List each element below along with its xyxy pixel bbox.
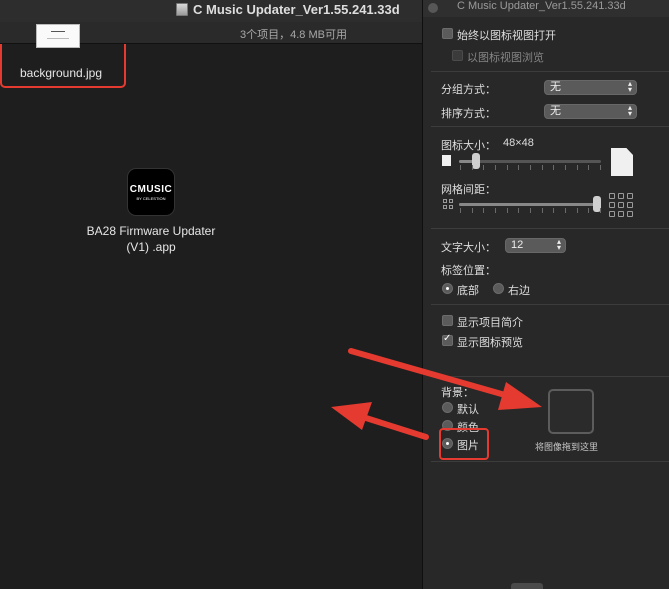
large-document-icon — [611, 148, 633, 176]
close-icon[interactable] — [428, 3, 438, 13]
app-file-label-line2: (V1) .app — [126, 240, 176, 254]
icon-size-value: 48×48 — [503, 137, 534, 149]
sort-by-label: 排序方式： — [441, 108, 496, 120]
picture-option-highlight — [439, 428, 489, 460]
grid-spacing-slider[interactable] — [459, 196, 601, 214]
bg-default-text: 默认 — [457, 404, 479, 416]
window-title: C Music Updater_Ver1.55.241.33d — [176, 2, 400, 17]
background-label: 背景： — [441, 387, 474, 399]
icon-size-label: 图标大小： — [441, 140, 496, 152]
popup-arrows-icon: ▴ ▾ — [556, 237, 561, 252]
group-by-popup[interactable]: 无 ▴ ▾ — [544, 80, 637, 95]
icon-size-slider-knob[interactable] — [472, 153, 481, 169]
small-document-icon — [442, 155, 451, 166]
popup-arrows-icon: ▴ ▾ — [627, 79, 632, 94]
label-right-text: 右边 — [508, 285, 530, 297]
app-logo-text: CMUSIC — [129, 183, 173, 195]
text-size-popup[interactable]: 12 ▴ ▾ — [505, 238, 566, 253]
bg-default-radio[interactable] — [442, 402, 453, 413]
label-right-radio[interactable] — [493, 283, 504, 294]
text-size-value: 12 — [511, 239, 524, 251]
show-item-info-label: 显示项目简介 — [457, 317, 523, 329]
always-open-icon-view-label: 始终以图标视图打开 — [457, 30, 556, 42]
panel-title-bar[interactable]: C Music Updater_Ver1.55.241.33d — [423, 0, 669, 17]
app-icon: CMUSIC BY CELESTION — [127, 168, 175, 216]
show-item-info-checkbox[interactable] — [442, 315, 453, 326]
popup-arrows-icon: ▴ ▾ — [627, 103, 632, 118]
show-icon-preview-label: 显示图标预览 — [457, 337, 523, 349]
label-position-label: 标签位置： — [441, 265, 496, 277]
background-file-label: background.jpg — [19, 66, 103, 80]
sort-by-popup[interactable]: 无 ▴ ▾ — [544, 104, 637, 119]
grid-spacing-label: 网格间距： — [441, 184, 496, 196]
label-bottom-radio[interactable] — [442, 283, 453, 294]
browse-icon-view-checkbox[interactable] — [452, 50, 463, 61]
group-by-label: 分组方式： — [441, 84, 496, 96]
sort-by-value: 无 — [550, 105, 561, 117]
small-grid-icon — [443, 199, 453, 209]
show-icon-preview-checkbox[interactable] — [442, 333, 453, 346]
drop-hint-label: 将图像拖到这里 — [535, 442, 599, 452]
large-grid-icon — [609, 193, 633, 217]
app-logo-subtext: BY CELESTION — [136, 195, 166, 201]
browse-icon-view-label: 以图标视图浏览 — [467, 52, 544, 64]
text-size-label: 文字大小： — [441, 242, 496, 254]
image-thumbnail-icon — [36, 24, 80, 48]
resize-handle[interactable] — [511, 583, 543, 589]
image-drop-well[interactable] — [548, 389, 594, 434]
always-open-icon-view-checkbox[interactable] — [442, 28, 453, 39]
status-text: 3个项目，4.8 MB可用 — [240, 29, 347, 41]
app-file-label-line1: BA28 Firmware Updater — [86, 224, 216, 238]
panel-title: C Music Updater_Ver1.55.241.33d — [457, 0, 626, 12]
view-options-panel: C Music Updater_Ver1.55.241.33d 始终以图标视图打… — [422, 0, 669, 589]
icon-size-slider[interactable] — [459, 153, 601, 171]
label-bottom-text: 底部 — [457, 285, 479, 297]
app-file-item[interactable]: CMUSIC BY CELESTION BA28 Firmware Update… — [78, 168, 224, 255]
disk-icon — [176, 3, 188, 16]
app-file-label: BA28 Firmware Updater (V1) .app — [78, 223, 224, 255]
group-by-value: 无 — [550, 81, 561, 93]
window-title-text: C Music Updater_Ver1.55.241.33d — [193, 2, 400, 17]
